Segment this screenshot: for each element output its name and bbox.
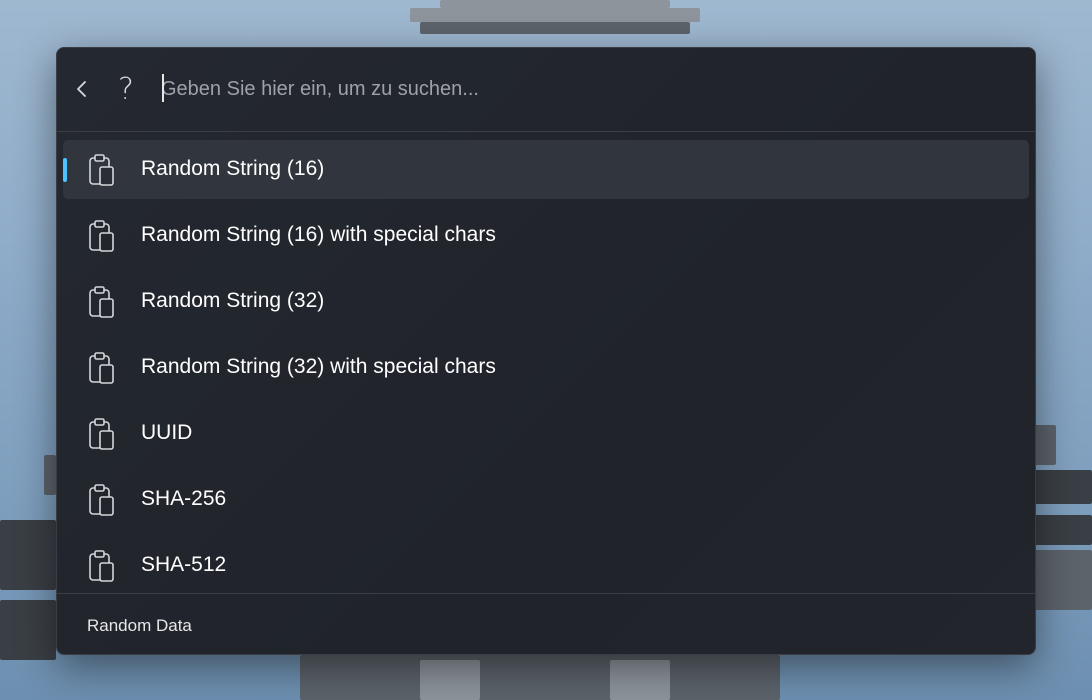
pier-plank — [1034, 425, 1056, 465]
footer-title: Random Data — [87, 616, 192, 635]
chevron-left-icon — [77, 81, 86, 97]
desktop-background: ? Random String (16) Rando — [0, 0, 1092, 700]
list-item-label: Random String (32) — [141, 289, 325, 312]
list-item[interactable]: SHA-256 — [63, 470, 1029, 529]
pier-plank — [1034, 470, 1092, 504]
text-caret — [162, 74, 164, 102]
pier-plank — [0, 520, 56, 590]
pier-plank — [420, 660, 480, 700]
pier-plank — [1034, 515, 1092, 545]
results-list: Random String (16) Random String (16) wi… — [57, 132, 1035, 593]
list-item-label: SHA-512 — [141, 553, 227, 576]
list-item[interactable]: Random String (32) with special chars — [63, 338, 1029, 397]
list-item-label: SHA-256 — [141, 487, 227, 510]
list-item[interactable]: SHA-512 — [63, 536, 1029, 595]
pier-plank — [440, 0, 670, 8]
palette-footer: Random Data — [57, 593, 1035, 654]
pier-plank — [420, 22, 690, 34]
list-item-label: Random String (16) — [141, 157, 325, 180]
list-item-label: UUID — [141, 421, 193, 444]
pier-plank — [1034, 550, 1092, 610]
list-item[interactable]: Random String (32) — [63, 272, 1029, 331]
pier-plank — [410, 8, 700, 22]
help-button[interactable]: ? — [113, 72, 139, 107]
selection-indicator — [63, 158, 67, 182]
clipboard-icon — [89, 220, 114, 252]
list-item[interactable]: Random String (16) — [63, 140, 1029, 199]
search-input[interactable] — [161, 73, 1001, 105]
pier-plank — [300, 655, 780, 700]
clipboard-icon — [89, 418, 114, 450]
clipboard-icon — [89, 286, 114, 318]
pier-plank — [0, 600, 56, 660]
list-item[interactable]: UUID — [63, 404, 1029, 463]
clipboard-icon — [89, 154, 114, 186]
pier-plank — [610, 660, 670, 700]
clipboard-icon — [89, 550, 114, 582]
clipboard-icon — [89, 352, 114, 384]
clipboard-icon — [89, 484, 114, 516]
search-bar: ? — [57, 48, 1035, 132]
command-palette: ? Random String (16) Rando — [56, 47, 1036, 655]
list-item[interactable]: Random String (16) with special chars — [63, 206, 1029, 265]
list-item-label: Random String (16) with special chars — [141, 223, 496, 246]
list-item-label: Random String (32) with special chars — [141, 355, 496, 378]
back-button[interactable] — [71, 74, 93, 104]
pier-plank — [44, 455, 56, 495]
